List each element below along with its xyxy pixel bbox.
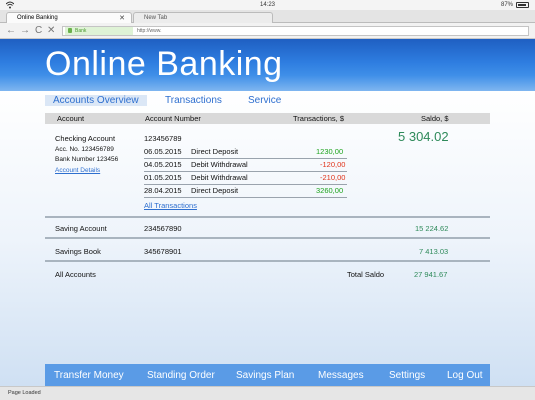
- section-divider: [45, 237, 490, 239]
- browser-status-bar: Page Loaded: [0, 386, 535, 400]
- transaction-date: 01.05.2015: [144, 173, 182, 182]
- transaction-amount: 1230,00: [316, 147, 344, 156]
- tablet-screen: 14:23 87% Online Banking ✕ New Tab ← → C…: [0, 0, 535, 400]
- secure-site-label: Bank: [75, 28, 87, 34]
- all-transactions-link[interactable]: All Transactions: [144, 201, 197, 210]
- transaction-amount: -210,00: [320, 173, 346, 182]
- transaction-date: 04.05.2015: [144, 160, 182, 169]
- transaction-description: Direct Deposit: [191, 186, 239, 195]
- checking-saldo: 5 304.02: [398, 129, 449, 144]
- page-title: Online Banking: [45, 45, 283, 83]
- browser-address-bar: ← → C ✕ Bank http://www.: [0, 23, 535, 39]
- nav-settings[interactable]: Settings: [389, 370, 425, 381]
- row-divider: [144, 184, 347, 185]
- nav-standing-order[interactable]: Standing Order: [147, 370, 215, 381]
- row-divider: [144, 158, 347, 159]
- nav-messages[interactable]: Messages: [318, 370, 364, 381]
- tab-label: New Tab: [144, 15, 168, 21]
- total-saldo-label: Total Saldo: [347, 270, 385, 279]
- transaction-amount: -120,00: [320, 160, 346, 169]
- section-divider: [45, 260, 490, 262]
- total-saldo-value: 27 941.67: [414, 270, 448, 279]
- nav-log-out[interactable]: Log Out: [447, 370, 483, 381]
- browser-tab-strip: Online Banking ✕ New Tab: [0, 10, 535, 23]
- tab-label: Online Banking: [17, 15, 58, 21]
- all-accounts-label: All Accounts: [55, 270, 96, 279]
- transaction-description: Debit Withdrawal: [191, 160, 248, 169]
- status-bar: 14:23 87%: [0, 0, 535, 10]
- nav-accounts-overview[interactable]: Accounts Overview: [45, 95, 147, 106]
- savings-book-name: Savings Book: [55, 247, 101, 256]
- nav-savings-plan[interactable]: Savings Plan: [236, 370, 294, 381]
- transaction-amount: 3260,00: [316, 186, 344, 195]
- tab-online-banking[interactable]: Online Banking ✕: [6, 12, 132, 23]
- transaction-date: 06.05.2015: [144, 147, 182, 156]
- nav-service[interactable]: Service: [248, 95, 281, 106]
- page-header: Online Banking: [0, 39, 535, 91]
- header-saldo: Saldo, $: [421, 114, 449, 123]
- battery-percent: 87%: [500, 2, 513, 8]
- lock-icon: [68, 28, 72, 33]
- accounts-table: Account Account Number Transactions, $ S…: [45, 113, 490, 365]
- transaction-date: 28.04.2015: [144, 186, 182, 195]
- table-header: Account Account Number Transactions, $ S…: [45, 113, 490, 124]
- header-account: Account: [57, 114, 85, 123]
- checking-account-number: 123456789: [144, 134, 182, 143]
- saving-account-name: Saving Account: [55, 224, 107, 233]
- reload-icon[interactable]: C: [35, 24, 42, 38]
- url-field[interactable]: Bank http://www.: [62, 26, 529, 36]
- transaction-description: Direct Deposit: [191, 147, 239, 156]
- nav-transactions[interactable]: Transactions: [165, 95, 222, 106]
- row-divider: [144, 197, 347, 198]
- page-content: Accounts Overview Transactions Service A…: [0, 91, 535, 386]
- checking-acc-no: Acc. No. 123456789: [55, 146, 114, 153]
- account-details-link[interactable]: Account Details: [55, 167, 100, 174]
- saving-account-number: 234567890: [144, 224, 182, 233]
- stop-icon[interactable]: ✕: [47, 24, 55, 38]
- row-divider: [144, 171, 347, 172]
- url-text: http://www.: [137, 28, 162, 34]
- clock: 14:23: [259, 2, 275, 8]
- checking-bank-no: Bank Number 123456: [55, 156, 119, 163]
- saving-account-saldo: 15 224.62: [415, 224, 449, 233]
- header-account-number: Account Number: [145, 114, 201, 123]
- secure-site-indicator: Bank: [65, 27, 133, 35]
- nav-transfer-money[interactable]: Transfer Money: [54, 370, 124, 381]
- checking-account-name: Checking Account: [55, 134, 116, 143]
- back-arrow-icon[interactable]: ←: [6, 24, 16, 38]
- section-divider: [45, 216, 490, 218]
- bottom-navigation: Transfer Money Standing Order Savings Pl…: [45, 364, 490, 386]
- savings-book-number: 345678901: [144, 247, 182, 256]
- savings-book-saldo: 7 413.03: [419, 247, 449, 256]
- forward-arrow-icon[interactable]: →: [20, 24, 30, 38]
- tab-new-tab[interactable]: New Tab: [133, 12, 273, 23]
- header-transactions: Transactions, $: [293, 114, 344, 123]
- battery-icon: [516, 2, 529, 8]
- transaction-description: Debit Withdrawal: [191, 173, 248, 182]
